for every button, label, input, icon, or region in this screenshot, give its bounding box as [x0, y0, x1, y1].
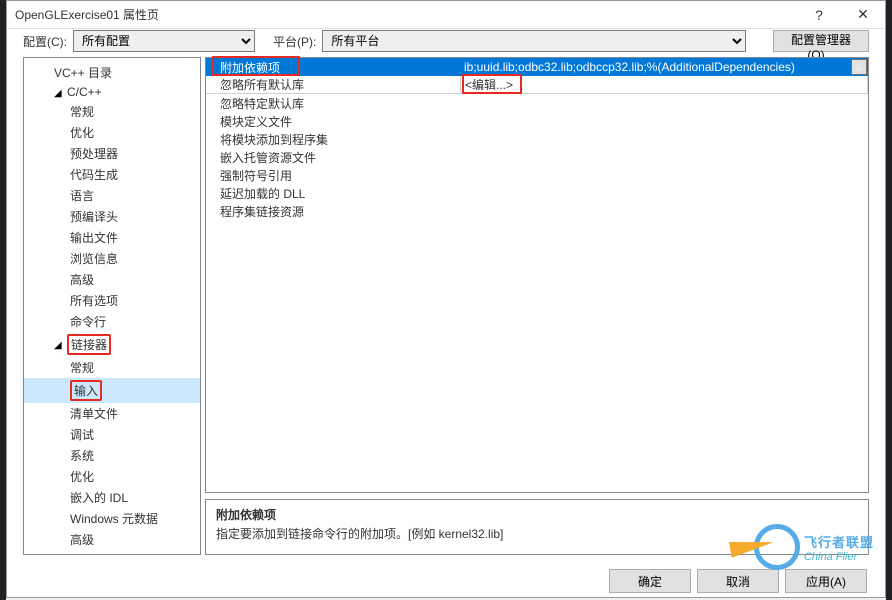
- window-title: OpenGLExercise01 属性页: [15, 6, 159, 23]
- grid-row[interactable]: 嵌入托管资源文件: [206, 148, 868, 166]
- dialog-window: OpenGLExercise01 属性页 ? ✕ 配置(C): 所有配置 平台(…: [6, 0, 886, 598]
- collapse-icon[interactable]: ◢: [54, 88, 63, 97]
- grid-val[interactable]: <编辑...>: [460, 76, 868, 93]
- grid-row[interactable]: 忽略所有默认库 <编辑...>: [206, 76, 868, 94]
- grid-key: 附加依赖项: [206, 59, 460, 76]
- grid-key: 嵌入托管资源文件: [206, 149, 460, 166]
- close-button[interactable]: ✕: [841, 1, 885, 29]
- help-button[interactable]: ?: [797, 1, 841, 29]
- ok-button[interactable]: 确定: [609, 569, 691, 593]
- grid-row[interactable]: 延迟加载的 DLL: [206, 184, 868, 202]
- tree-label: 优化: [70, 468, 94, 485]
- footer: 确定 取消 应用(A): [7, 565, 885, 597]
- tree-panel[interactable]: VC++ 目录 ◢ C/C++ 常规 优化 预处理器 代码生成 语言 预编译头 输…: [23, 57, 201, 555]
- tree-item-linker-opt[interactable]: 优化: [24, 466, 200, 487]
- config-manager-button[interactable]: 配置管理器(O)...: [773, 30, 869, 52]
- tree-item-linker[interactable]: ◢ 链接器: [24, 332, 200, 357]
- grid-key: 强制符号引用: [206, 167, 460, 184]
- tree-label: 代码生成: [70, 166, 118, 183]
- tree-item-cpp-adv[interactable]: 高级: [24, 269, 200, 290]
- grid-row[interactable]: 忽略特定默认库: [206, 94, 868, 112]
- tree-label: 输出文件: [70, 229, 118, 246]
- tree-item-linker-general[interactable]: 常规: [24, 357, 200, 378]
- tree-label-highlighted: 链接器: [67, 334, 111, 355]
- tree-label: 系统: [70, 447, 94, 464]
- tree-label: 常规: [70, 103, 94, 120]
- grid-row[interactable]: 将模块添加到程序集: [206, 130, 868, 148]
- description-text: 指定要添加到链接命令行的附加项。[例如 kernel32.lib]: [216, 525, 858, 542]
- tree-label: Windows 元数据: [70, 510, 158, 527]
- grid-row-selected[interactable]: 附加依赖项 ib;uuid.lib;odbc32.lib;odbccp32.li…: [206, 58, 868, 76]
- tree-item-linker-idl[interactable]: 嵌入的 IDL: [24, 487, 200, 508]
- grid-key: 忽略所有默认库: [206, 76, 460, 93]
- tree-label: 高级: [70, 271, 94, 288]
- tree-label: 所有选项: [70, 292, 118, 309]
- platform-label: 平台(P):: [273, 33, 316, 50]
- config-select[interactable]: 所有配置: [73, 30, 255, 52]
- grid-key: 模块定义文件: [206, 113, 460, 130]
- grid-row[interactable]: 模块定义文件: [206, 112, 868, 130]
- cancel-button[interactable]: 取消: [697, 569, 779, 593]
- config-label: 配置(C):: [23, 33, 67, 50]
- tree-label: C/C++: [67, 85, 102, 99]
- grid-key: 忽略特定默认库: [206, 95, 460, 112]
- description-title: 附加依赖项: [216, 506, 858, 523]
- tree-item-cpp-browse[interactable]: 浏览信息: [24, 248, 200, 269]
- tree-label: 调试: [70, 426, 94, 443]
- tree-item-vc-dirs[interactable]: VC++ 目录: [24, 62, 200, 83]
- platform-select[interactable]: 所有平台: [322, 30, 746, 52]
- grid-row[interactable]: 程序集链接资源: [206, 202, 868, 220]
- tree-item-cpp-preproc[interactable]: 预处理器: [24, 143, 200, 164]
- grid-key: 延迟加载的 DLL: [206, 185, 460, 202]
- config-row: 配置(C): 所有配置 平台(P): 所有平台 配置管理器(O)...: [7, 29, 885, 53]
- tree-item-linker-manifest[interactable]: 清单文件: [24, 403, 200, 424]
- tree-label: 命令行: [70, 313, 106, 330]
- window-buttons: ? ✕: [797, 1, 885, 29]
- tree-item-cpp-cmd[interactable]: 命令行: [24, 311, 200, 332]
- tree-label: 嵌入的 IDL: [70, 489, 128, 506]
- right-panel: 附加依赖项 ib;uuid.lib;odbc32.lib;odbccp32.li…: [205, 57, 869, 555]
- titlebar: OpenGLExercise01 属性页 ? ✕: [7, 1, 885, 29]
- tree-item-linker-system[interactable]: 系统: [24, 445, 200, 466]
- tree-item-cpp-codegen[interactable]: 代码生成: [24, 164, 200, 185]
- content-area: VC++ 目录 ◢ C/C++ 常规 优化 预处理器 代码生成 语言 预编译头 输…: [7, 53, 885, 565]
- collapse-icon[interactable]: ◢: [54, 340, 63, 349]
- tree-label: 优化: [70, 124, 94, 141]
- grid-key: 程序集链接资源: [206, 203, 460, 220]
- tree-label: 高级: [70, 531, 94, 548]
- tree-label-highlighted: 输入: [70, 380, 102, 401]
- tree-item-cpp[interactable]: ◢ C/C++: [24, 83, 200, 101]
- tree-item-cpp-general[interactable]: 常规: [24, 101, 200, 122]
- apply-button[interactable]: 应用(A): [785, 569, 867, 593]
- description-panel: 附加依赖项 指定要添加到链接命令行的附加项。[例如 kernel32.lib]: [205, 499, 869, 555]
- property-grid[interactable]: 附加依赖项 ib;uuid.lib;odbc32.lib;odbccp32.li…: [205, 57, 869, 493]
- tree-label: 预处理器: [70, 145, 118, 162]
- tree-label: 预编译头: [70, 208, 118, 225]
- tree-item-linker-debug[interactable]: 调试: [24, 424, 200, 445]
- tree-label: VC++ 目录: [54, 64, 112, 81]
- tree-item-linker-input[interactable]: 输入: [24, 378, 200, 403]
- dropdown-icon[interactable]: ⌄: [851, 59, 867, 75]
- grid-val[interactable]: ib;uuid.lib;odbc32.lib;odbccp32.lib;%(Ad…: [460, 60, 868, 74]
- grid-row[interactable]: 强制符号引用: [206, 166, 868, 184]
- tree-item-linker-adv[interactable]: 高级: [24, 529, 200, 550]
- tree-label: 浏览信息: [70, 250, 118, 267]
- grid-key: 将模块添加到程序集: [206, 131, 460, 148]
- right-cut: [886, 0, 892, 600]
- tree-item-cpp-lang[interactable]: 语言: [24, 185, 200, 206]
- tree-label: 语言: [70, 187, 94, 204]
- tree-item-linker-winmd[interactable]: Windows 元数据: [24, 508, 200, 529]
- tree-label: 常规: [70, 359, 94, 376]
- tree-item-cpp-pch[interactable]: 预编译头: [24, 206, 200, 227]
- tree-item-cpp-output[interactable]: 输出文件: [24, 227, 200, 248]
- tree-item-cpp-all[interactable]: 所有选项: [24, 290, 200, 311]
- tree-label: 清单文件: [70, 405, 118, 422]
- tree-item-cpp-opt[interactable]: 优化: [24, 122, 200, 143]
